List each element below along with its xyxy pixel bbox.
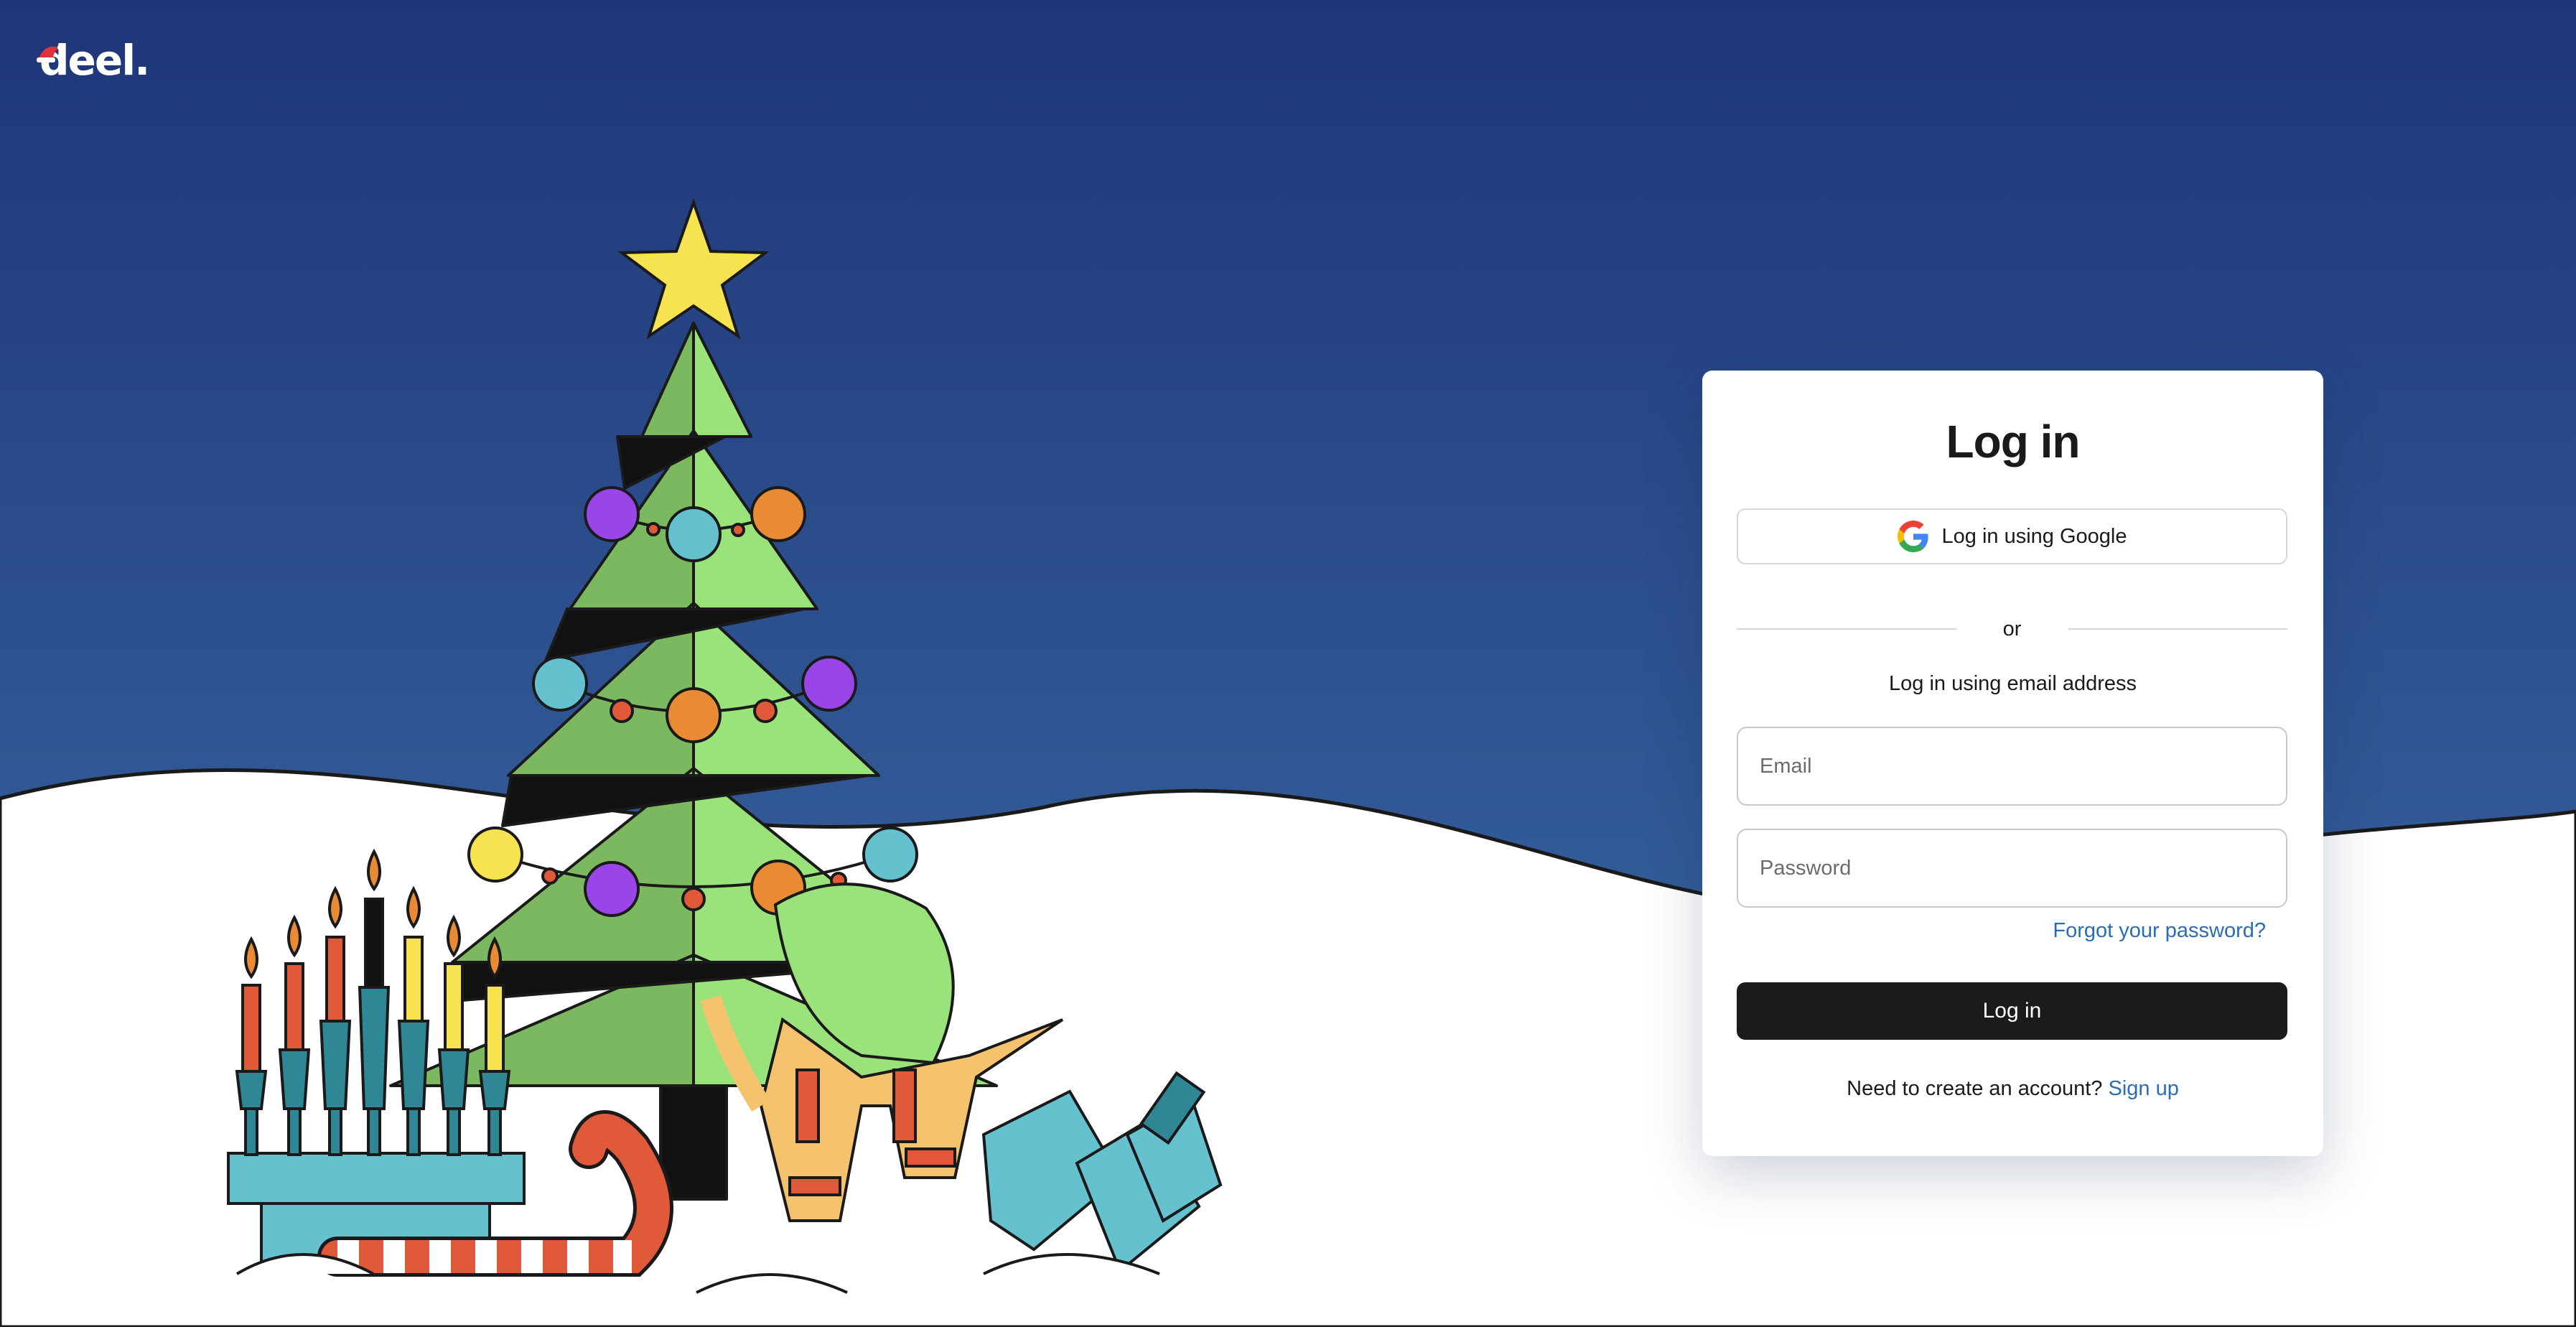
login-title: Log in xyxy=(1946,416,2081,467)
email-login-heading: Log in using email address xyxy=(1889,672,2137,695)
forgot-password-link[interactable]: Forgot your password? xyxy=(2053,919,2266,943)
signup-link[interactable]: Sign up xyxy=(2109,1077,2179,1100)
password-field[interactable] xyxy=(1737,829,2287,908)
email-field[interactable] xyxy=(1737,727,2287,806)
login-card: Log in Log in using Google or Log in usi… xyxy=(1702,371,2323,1156)
signup-prompt: Need to create an account? xyxy=(1847,1077,2103,1100)
divider-line-left xyxy=(1737,628,1956,630)
sweater-stripe xyxy=(795,1068,820,1143)
divider-text: or xyxy=(2002,617,2022,641)
divider-line-right xyxy=(2068,628,2287,630)
signup-row: Need to create an account? Sign up xyxy=(1702,1077,2323,1101)
login-submit-button[interactable]: Log in xyxy=(1737,982,2287,1040)
google-login-button[interactable]: Log in using Google xyxy=(1737,508,2287,564)
deel-logo[interactable]: deel. xyxy=(37,36,150,85)
santa-hat-icon xyxy=(37,44,65,62)
google-button-label: Log in using Google xyxy=(1941,524,2127,548)
google-icon xyxy=(1897,521,1928,552)
or-divider: or xyxy=(1737,615,2287,643)
tree-trunk xyxy=(659,1083,728,1201)
